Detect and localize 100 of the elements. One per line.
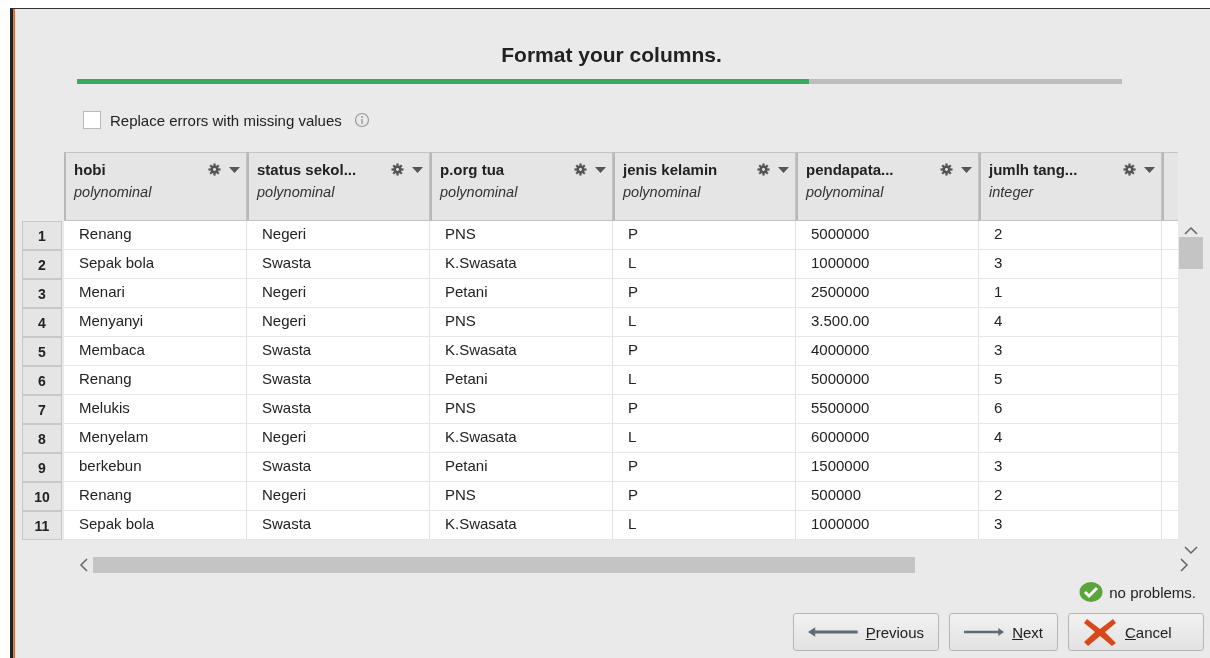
column-type: polynominal xyxy=(623,184,701,200)
row-number: 5 xyxy=(22,337,62,366)
table-cell: P xyxy=(613,221,796,250)
table-cell: 6000000 xyxy=(796,424,979,453)
table-cell: Negeri xyxy=(247,424,430,453)
table-cell: Petani xyxy=(430,366,613,395)
scroll-up-icon[interactable] xyxy=(1184,226,1198,235)
column-header[interactable]: jenis kelamin polynominal xyxy=(613,152,796,221)
table-cell: P xyxy=(613,482,796,511)
table-cell: L xyxy=(613,424,796,453)
table-cell xyxy=(1162,221,1178,250)
cancel-button[interactable]: Cancel xyxy=(1068,613,1204,651)
table-cell: 4000000 xyxy=(796,337,979,366)
caret-icon[interactable] xyxy=(778,166,789,173)
column-name: status sekol... xyxy=(257,161,358,178)
table-cell: 3 xyxy=(979,511,1162,540)
horizontal-scrollbar[interactable] xyxy=(79,557,1189,573)
table-cell: 1000000 xyxy=(796,250,979,279)
caret-icon[interactable] xyxy=(229,166,240,173)
previous-button[interactable]: Previous xyxy=(793,613,939,651)
table-cell: Swasta xyxy=(247,337,430,366)
table-cell xyxy=(1162,395,1178,424)
column-name: jenis kelamin xyxy=(623,161,719,178)
table-cell: 2500000 xyxy=(796,279,979,308)
settings-icon[interactable] xyxy=(940,163,953,176)
table-cell: Sepak bola xyxy=(64,250,247,279)
table-cell: PNS xyxy=(430,395,613,424)
settings-icon[interactable] xyxy=(1123,163,1136,176)
checkbox[interactable] xyxy=(83,111,101,129)
table-cell xyxy=(1162,308,1178,337)
table-cell: L xyxy=(613,366,796,395)
table-cell: 6 xyxy=(979,395,1162,424)
table-cell xyxy=(1162,511,1178,540)
table-cell: Negeri xyxy=(247,308,430,337)
table-cell: Menari xyxy=(64,279,247,308)
table-cell: Petani xyxy=(430,453,613,482)
column-type: polynominal xyxy=(257,184,335,200)
table-cell: Swasta xyxy=(247,366,430,395)
table-cell: Swasta xyxy=(247,511,430,540)
row-number: 7 xyxy=(22,395,62,424)
settings-icon[interactable] xyxy=(391,163,404,176)
table-cell: Renang xyxy=(64,482,247,511)
caret-icon[interactable] xyxy=(961,166,972,173)
table-cell xyxy=(1162,250,1178,279)
table-cell: Negeri xyxy=(247,482,430,511)
table-cell: Swasta xyxy=(247,395,430,424)
table-cell: 4 xyxy=(979,308,1162,337)
table-cell: K.Swasata xyxy=(430,250,613,279)
column-header[interactable]: jumlh tang... integer xyxy=(979,152,1162,221)
dialog-title: Format your columns. xyxy=(501,43,722,67)
table-cell: Menyanyi xyxy=(64,308,247,337)
table-cell: 5 xyxy=(979,366,1162,395)
table-cell: Swasta xyxy=(247,250,430,279)
table-cell: 3.500.00 xyxy=(796,308,979,337)
row-number: 4 xyxy=(22,308,62,337)
row-number: 3 xyxy=(22,279,62,308)
settings-icon[interactable] xyxy=(757,163,770,176)
cross-icon xyxy=(1083,617,1117,647)
column-name: pendapata... xyxy=(806,161,895,178)
column-header[interactable]: hobi polynominal xyxy=(64,152,247,221)
column-header[interactable]: status sekol... polynominal xyxy=(247,152,430,221)
left-arrow-icon xyxy=(808,626,858,638)
next-button[interactable]: Next xyxy=(949,613,1058,651)
table-cell: Negeri xyxy=(247,221,430,250)
table-cell: 500000 xyxy=(796,482,979,511)
scroll-left-icon[interactable] xyxy=(79,558,89,572)
table-cell: Renang xyxy=(64,366,247,395)
caret-icon[interactable] xyxy=(412,166,423,173)
table-cell: K.Swasata xyxy=(430,337,613,366)
row-number: 11 xyxy=(22,511,62,540)
column-header[interactable]: pendapata... polynominal xyxy=(796,152,979,221)
table-cell: 4 xyxy=(979,424,1162,453)
row-number: 10 xyxy=(22,482,62,511)
table-cell: L xyxy=(613,250,796,279)
table-cell: 3 xyxy=(979,250,1162,279)
table-cell: K.Swasata xyxy=(430,424,613,453)
settings-icon[interactable] xyxy=(574,163,587,176)
row-number: 6 xyxy=(22,366,62,395)
scroll-down-icon[interactable] xyxy=(1184,546,1198,555)
check-icon xyxy=(1079,581,1104,603)
scroll-right-icon[interactable] xyxy=(1179,558,1189,572)
table-cell: Melukis xyxy=(64,395,247,424)
table-cell: 2 xyxy=(979,482,1162,511)
table-cell: Menyelam xyxy=(64,424,247,453)
table-cell: PNS xyxy=(430,308,613,337)
caret-icon[interactable] xyxy=(1144,166,1155,173)
scrollbar-thumb[interactable] xyxy=(1179,237,1203,269)
column-header[interactable]: p.org tua polynominal xyxy=(430,152,613,221)
table-cell: L xyxy=(613,511,796,540)
table-cell xyxy=(1162,424,1178,453)
status-text: no problems. xyxy=(1109,583,1196,601)
table-cell: P xyxy=(613,337,796,366)
caret-icon[interactable] xyxy=(595,166,606,173)
scrollbar-thumb[interactable] xyxy=(93,557,916,573)
settings-icon[interactable] xyxy=(208,163,221,176)
table-cell: Swasta xyxy=(247,453,430,482)
table-cell: P xyxy=(613,395,796,424)
column-type: polynominal xyxy=(74,184,152,200)
table-cell: 3 xyxy=(979,453,1162,482)
checkbox-label[interactable]: Replace errors with missing values xyxy=(110,111,342,129)
